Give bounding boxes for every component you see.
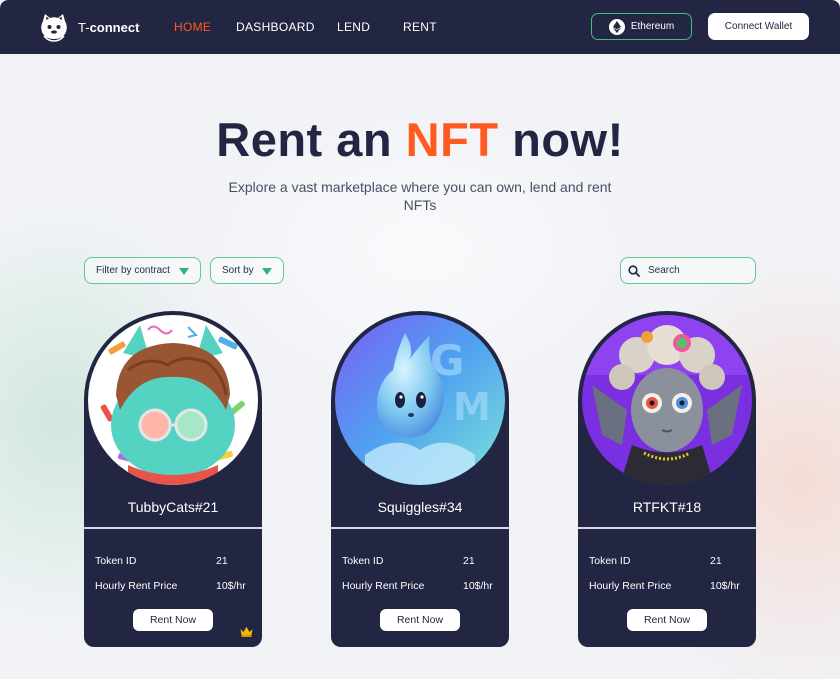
price-value: 10$/hr	[216, 580, 246, 592]
price-label: Hourly Rent Price	[342, 580, 425, 592]
nft-card[interactable]: RTFKT#18 Token ID 21 Hourly Rent Price 1…	[578, 311, 756, 647]
crown-icon	[240, 626, 253, 637]
search-icon	[628, 264, 640, 277]
hero-subtitle: Explore a vast marketplace where you can…	[228, 179, 612, 213]
chevron-down-icon	[179, 268, 189, 275]
nft-image-rtfkt	[582, 315, 752, 485]
nft-image-tubbycat	[88, 315, 258, 485]
rent-now-button[interactable]: Rent Now	[133, 609, 213, 631]
network-label: Ethereum	[630, 21, 675, 32]
nav-dashboard[interactable]: DASHBOARD	[236, 20, 315, 34]
nav-rent[interactable]: RENT	[403, 20, 437, 34]
chevron-down-icon	[262, 268, 272, 275]
search-box[interactable]	[620, 257, 756, 284]
nft-image-squiggle: G M	[335, 315, 505, 485]
hero-title-accent: NFT	[405, 113, 499, 166]
token-id-label: Token ID	[589, 555, 631, 567]
network-selector-button[interactable]: Ethereum	[591, 13, 692, 40]
card-divider	[331, 527, 509, 529]
token-id-row: Token ID 21	[342, 555, 498, 567]
nav-home[interactable]: HOME	[174, 20, 211, 34]
nft-name: TubbyCats#21	[127, 499, 219, 515]
sort-by-dropdown[interactable]: Sort by	[210, 257, 284, 284]
rent-now-button[interactable]: Rent Now	[380, 609, 460, 631]
hero-title: Rent an NFT now!	[216, 113, 624, 166]
filter-contract-label: Filter by contract	[96, 265, 170, 276]
brand-logo[interactable]: T-connect	[38, 12, 139, 42]
card-divider	[84, 527, 262, 529]
price-row: Hourly Rent Price 10$/hr	[589, 580, 745, 592]
top-navbar: T-connect HOME DASHBOARD LEND RENT Ether…	[0, 0, 840, 54]
price-row: Hourly Rent Price 10$/hr	[95, 580, 251, 592]
nft-card[interactable]: G M Squiggles#34 Token ID 21 Hourly Rent…	[331, 311, 509, 647]
sort-label: Sort by	[222, 265, 254, 276]
token-id-value: 21	[463, 555, 475, 567]
token-id-label: Token ID	[342, 555, 384, 567]
filter-by-contract-dropdown[interactable]: Filter by contract	[84, 257, 201, 284]
connect-wallet-button[interactable]: Connect Wallet	[708, 13, 809, 40]
card-divider	[578, 527, 756, 529]
token-id-row: Token ID 21	[95, 555, 251, 567]
brand-prefix: T-	[78, 19, 90, 35]
nav-lend[interactable]: LEND	[337, 20, 370, 34]
cat-logo-icon	[41, 14, 67, 42]
price-label: Hourly Rent Price	[95, 580, 178, 592]
ethereum-icon	[608, 18, 625, 35]
page: T-connect HOME DASHBOARD LEND RENT Ether…	[0, 0, 840, 679]
nft-name: Squiggles#34	[377, 499, 463, 515]
token-id-label: Token ID	[95, 555, 137, 567]
search-input[interactable]	[648, 265, 748, 276]
token-id-value: 21	[710, 555, 722, 567]
rent-now-button[interactable]: Rent Now	[627, 609, 707, 631]
price-value: 10$/hr	[463, 580, 493, 592]
price-label: Hourly Rent Price	[589, 580, 672, 592]
nft-name: RTFKT#18	[632, 499, 702, 515]
brand-name: connect	[89, 19, 140, 35]
svg-text:M: M	[453, 385, 491, 429]
price-value: 10$/hr	[710, 580, 740, 592]
token-id-row: Token ID 21	[589, 555, 745, 567]
token-id-value: 21	[216, 555, 228, 567]
nft-card[interactable]: TubbyCats#21 Token ID 21 Hourly Rent Pri…	[84, 311, 262, 647]
price-row: Hourly Rent Price 10$/hr	[342, 580, 498, 592]
